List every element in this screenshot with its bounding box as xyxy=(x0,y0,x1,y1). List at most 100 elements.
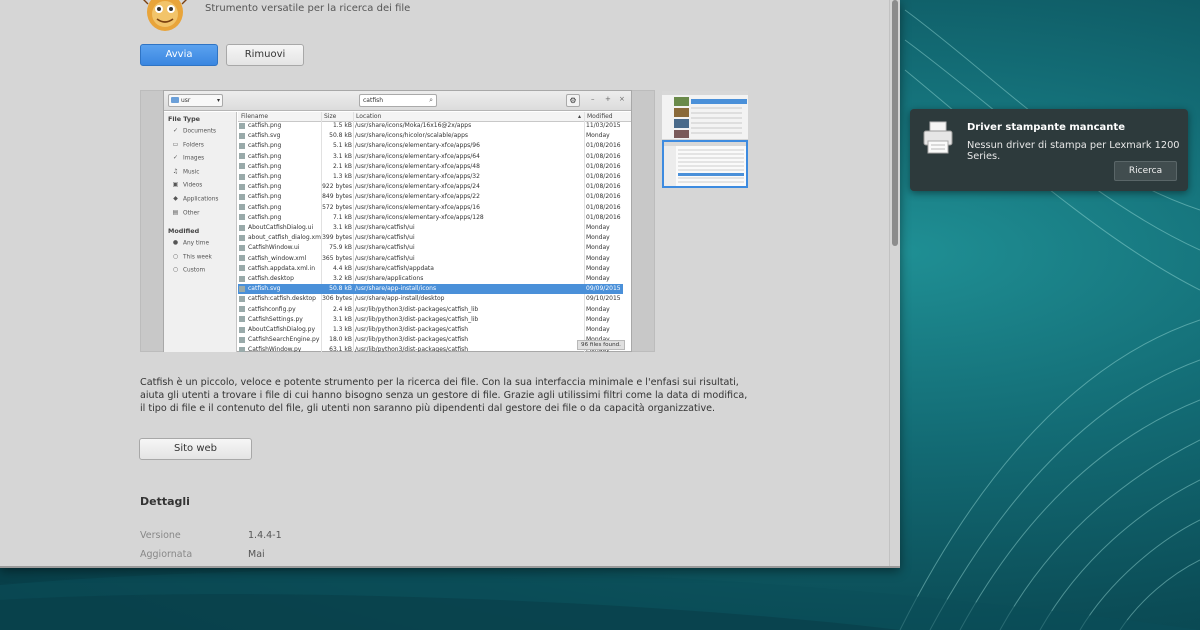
cell-name: catfish.png xyxy=(239,141,321,151)
cell-modified: 01/08/2016 xyxy=(586,142,621,150)
file-icon xyxy=(239,163,245,170)
filename-text: catfish.png xyxy=(248,162,282,170)
modified-heading: Modified xyxy=(168,227,200,235)
cell-location: /usr/share/icons/elementary-xfce/apps/24 xyxy=(355,183,480,191)
applications-icon: ◆ xyxy=(173,195,178,202)
cell-modified: Monday xyxy=(586,234,610,242)
chevron-down-icon: ▾ xyxy=(216,97,220,104)
table-row: catfish.png 572 bytes/usr/share/icons/ele… xyxy=(238,203,623,213)
remove-button[interactable]: Rimuovi xyxy=(226,44,304,66)
cell-location: /usr/share/catfish/ui xyxy=(355,224,415,231)
column-header-modified: Modified xyxy=(587,113,613,120)
cell-name: catfish.desktop xyxy=(239,274,321,284)
filename-text: catfish.appdata.xml.in xyxy=(248,264,316,272)
table-row: AboutCatfishDialog.ui 3.1 kB/usr/share/ca… xyxy=(238,223,623,233)
cell-size: 50.8 kB xyxy=(329,285,352,293)
cell-location: /usr/share/catfish/ui xyxy=(355,244,415,252)
cell-location: /usr/share/icons/elementary-xfce/apps/22 xyxy=(355,193,480,201)
launch-button[interactable]: Avvia xyxy=(140,44,218,66)
file-icon xyxy=(239,132,245,139)
cell-modified: Monday xyxy=(586,326,610,333)
cell-location: /usr/share/icons/elementary-xfce/apps/64 xyxy=(355,152,480,160)
search-value: catfish xyxy=(363,97,384,104)
modified-label: Custom xyxy=(183,267,206,274)
cell-size: 306 bytes xyxy=(322,295,352,303)
cell-name: CatfishSettings.py xyxy=(239,315,321,325)
table-row: catfish.desktop 3.2 kB/usr/share/applicat… xyxy=(238,274,623,284)
table-row: catfish.svg 50.8 kB/usr/share/app-install… xyxy=(238,284,623,295)
website-button[interactable]: Sito web xyxy=(139,438,252,460)
modified-option: ○ Custom xyxy=(172,267,205,274)
filename-text: CatfishWindow.py xyxy=(248,346,302,352)
file-icon xyxy=(239,224,245,231)
cell-location: /usr/share/catfish/ui xyxy=(355,254,415,262)
cell-name: about_catfish_dialog.xml xyxy=(239,233,321,243)
filename-text: catfish.png xyxy=(248,203,282,211)
filename-text: catfish_window.xml xyxy=(248,254,307,262)
filename-text: catfish.desktop xyxy=(248,275,294,282)
cell-name: catfish.appdata.xml.in xyxy=(239,264,321,274)
cell-name: catfish.svg xyxy=(239,131,321,141)
cell-modified: Monday xyxy=(586,305,610,313)
table-row: CatfishSettings.py 3.1 kB/usr/lib/python3… xyxy=(238,315,623,325)
cell-location: /usr/share/icons/elementary-xfce/apps/32 xyxy=(355,173,480,180)
file-icon xyxy=(239,336,245,343)
notification-bubble[interactable]: Driver stampante mancante Nessun driver … xyxy=(910,109,1188,191)
filename-text: catfish.png xyxy=(248,122,282,129)
column-header-size: Size xyxy=(324,113,337,120)
cell-modified: Monday xyxy=(586,254,610,262)
cell-size: 399 bytes xyxy=(322,234,352,242)
filetype-music: ♫ Music xyxy=(172,168,200,176)
cell-modified: 11/03/2015 xyxy=(586,122,621,129)
screenshot-thumbnail-1[interactable] xyxy=(662,91,748,139)
table-row: catfish.png 7.1 kB/usr/share/icons/elemen… xyxy=(238,213,623,223)
filename-text: AboutCatfishDialog.ui xyxy=(248,224,314,231)
cell-size: 18.0 kB xyxy=(329,336,352,344)
filetype-label: Other xyxy=(183,210,200,217)
filetype-label: Music xyxy=(183,169,200,176)
cell-location: /usr/share/icons/elementary-xfce/apps/96 xyxy=(355,142,480,150)
cell-modified: 09/10/2015 xyxy=(586,295,621,303)
filename-text: catfish.svg xyxy=(248,285,281,293)
filetype-images: ✓ Images xyxy=(172,155,204,162)
radio-icon: ○ xyxy=(172,266,179,274)
cell-name: catfish.png xyxy=(239,172,321,182)
checkbox-checked-icon: ✓ xyxy=(172,127,179,134)
cell-name: catfish.png xyxy=(239,162,321,172)
filetype-applications: ◆ Applications xyxy=(172,196,218,203)
cell-modified: Monday xyxy=(586,224,610,231)
cell-size: 3.1 kB xyxy=(332,152,352,160)
filetype-other: ▤ Other xyxy=(172,209,200,217)
cell-modified: Monday xyxy=(586,244,610,252)
cell-name: CatfishWindow.ui xyxy=(239,243,321,253)
cell-name: catfish.svg xyxy=(239,284,321,294)
file-icon xyxy=(239,193,245,200)
detail-label-version: Versione xyxy=(140,530,181,541)
sort-arrow-icon: ▴ xyxy=(578,113,582,120)
catfish-sidebar: File Type ✓ Documents ▭ Folders ✓ Images ♫ Musi… xyxy=(164,112,237,352)
file-icon xyxy=(239,153,245,160)
scrollbar-thumb[interactable] xyxy=(892,0,898,246)
file-icon xyxy=(239,122,245,129)
cell-location: /usr/lib/python3/dist-packages/catfish xyxy=(355,336,469,344)
search-driver-button[interactable]: Ricerca xyxy=(1114,161,1177,181)
cell-name: catfish.png xyxy=(239,192,321,202)
cell-size: 7.1 kB xyxy=(332,213,352,221)
gear-icon: ⚙ xyxy=(566,94,580,107)
file-icon xyxy=(239,142,245,149)
window-scrollbar[interactable] xyxy=(889,0,900,566)
cell-size: 1.5 kB xyxy=(332,122,352,129)
screenshot-thumbnail-2[interactable] xyxy=(662,140,748,188)
cell-location: /usr/lib/python3/dist-packages/catfish xyxy=(355,346,469,352)
cell-modified: 01/08/2016 xyxy=(586,152,621,160)
cell-size: 3.2 kB xyxy=(332,275,352,282)
filetype-label: Folders xyxy=(183,142,204,149)
table-row: catfish.png 1.3 kB/usr/share/icons/elemen… xyxy=(238,172,623,182)
radio-icon: ● xyxy=(172,239,179,246)
app-description: Catfish è un piccolo, veloce e potente s… xyxy=(140,377,748,415)
cell-name: catfish.png xyxy=(239,213,321,223)
cell-location: /usr/share/icons/hicolor/scalable/apps xyxy=(355,132,468,140)
filename-text: catfish.png xyxy=(248,173,282,180)
search-icon: ⌕ xyxy=(429,96,433,104)
table-row: catfish.png 5.1 kB/usr/share/icons/elemen… xyxy=(238,141,623,151)
